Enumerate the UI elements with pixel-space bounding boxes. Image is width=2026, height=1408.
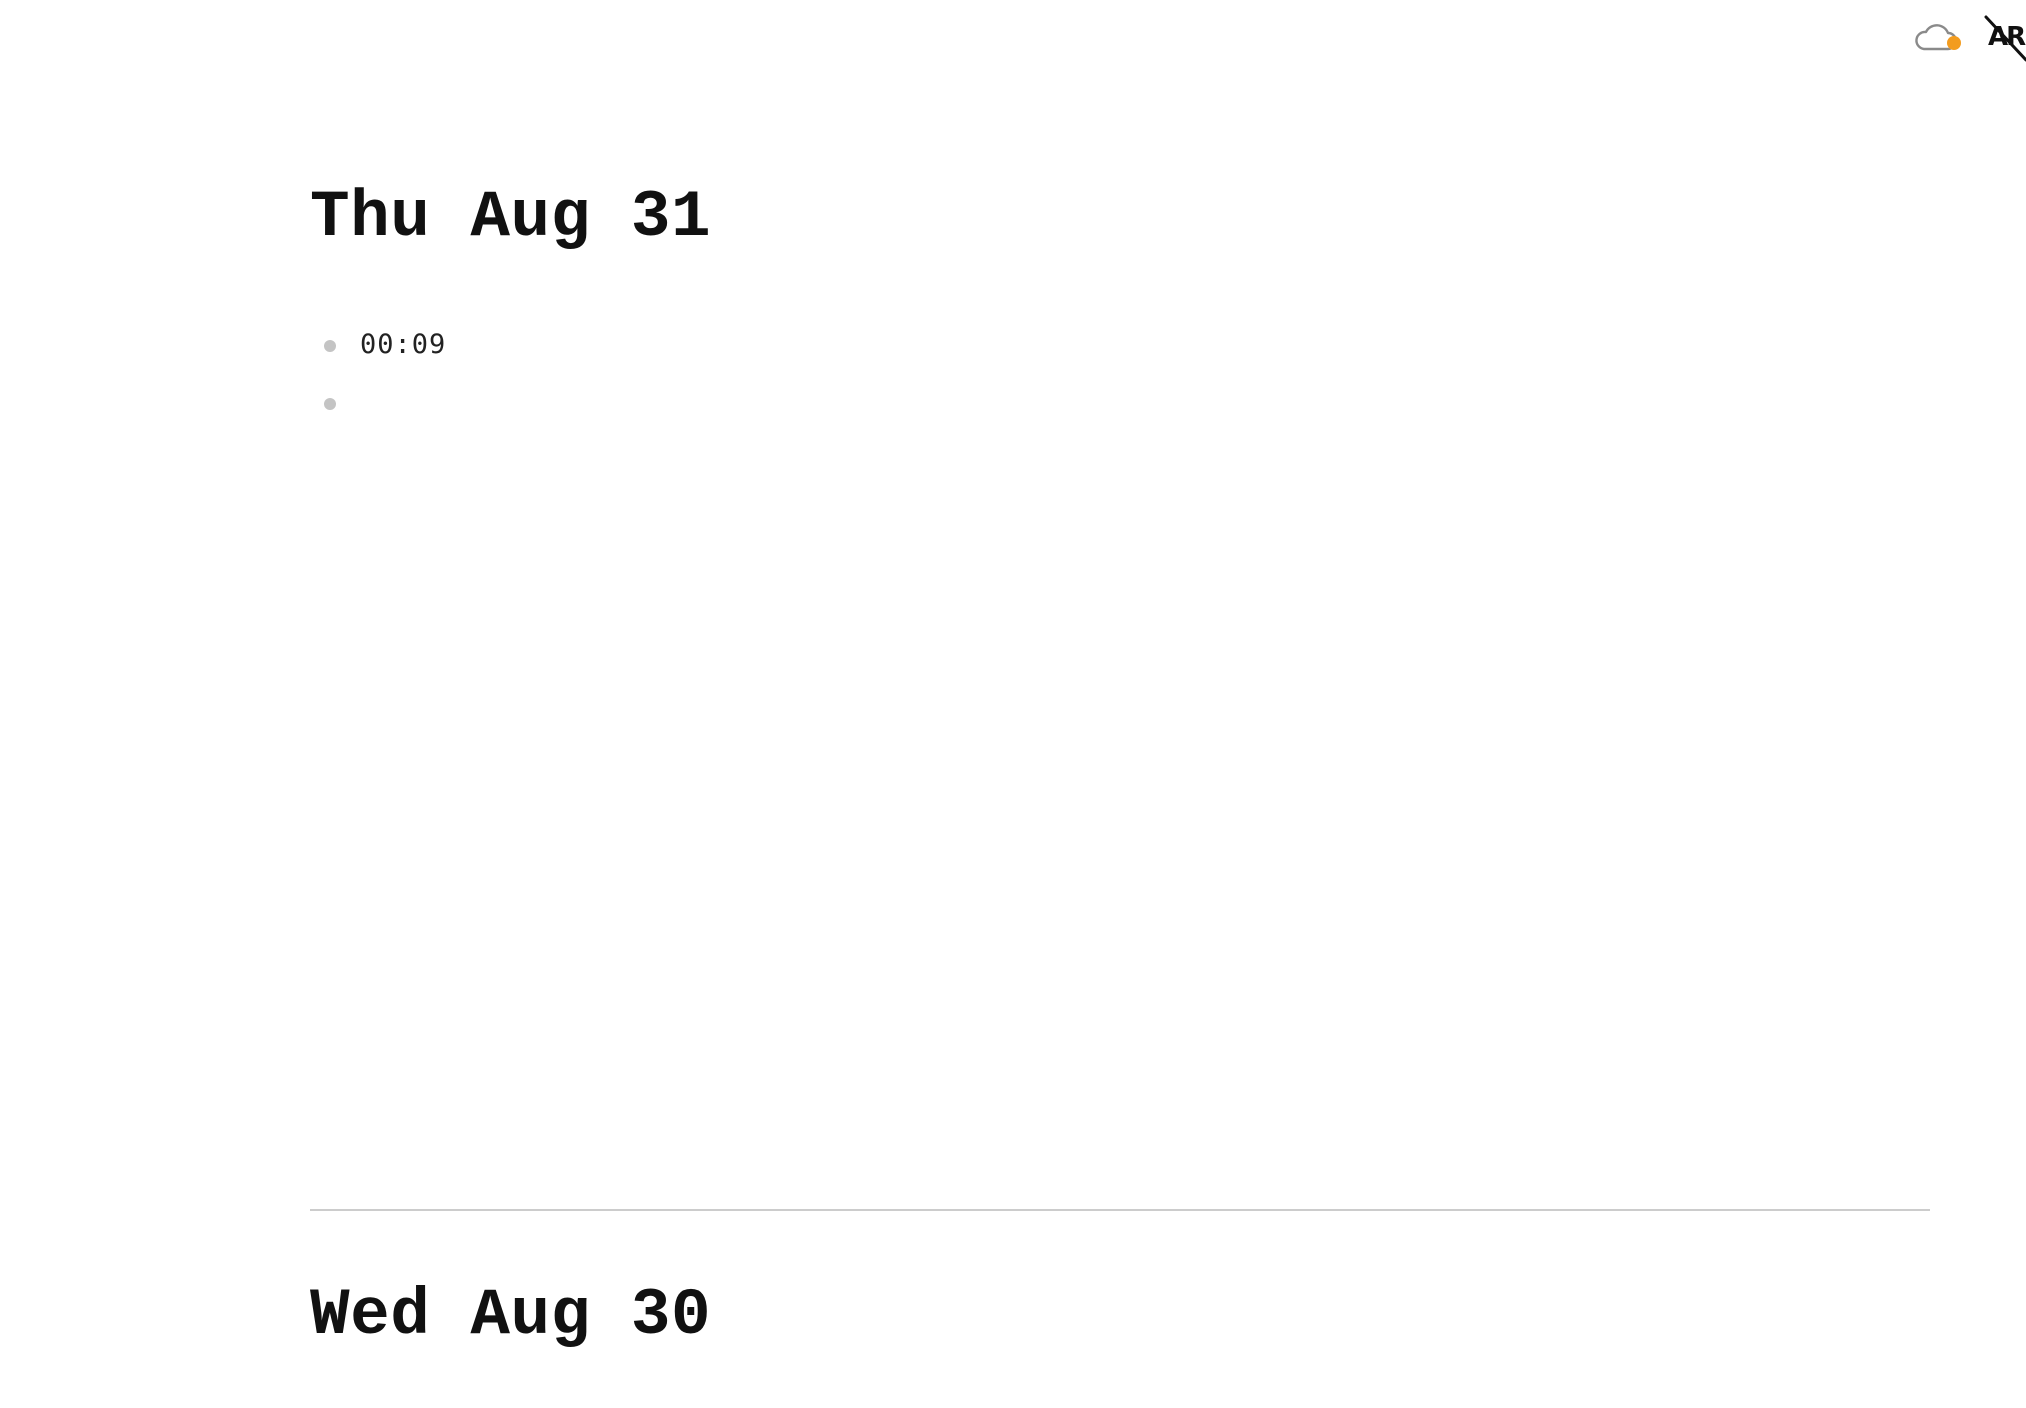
list-item[interactable]	[310, 374, 446, 432]
cloud-sync-icon[interactable]	[1914, 18, 1964, 58]
sync-status-dot	[1947, 36, 1961, 50]
bullet-icon[interactable]	[324, 398, 336, 410]
day-title[interactable]: Thu Aug 31	[310, 180, 711, 256]
top-right-toolbar: AR	[1914, 14, 2026, 66]
day-title[interactable]: Wed Aug 30	[310, 1278, 711, 1354]
font-toggle-icon[interactable]: AR	[1984, 14, 2026, 64]
block-text[interactable]: 00:09	[360, 329, 446, 360]
strike-through-icon	[1984, 15, 2026, 62]
list-item[interactable]: 00:09	[310, 316, 446, 374]
day-divider	[310, 1209, 1930, 1211]
bullet-icon[interactable]	[324, 340, 336, 352]
block-list: 00:09	[310, 316, 446, 432]
